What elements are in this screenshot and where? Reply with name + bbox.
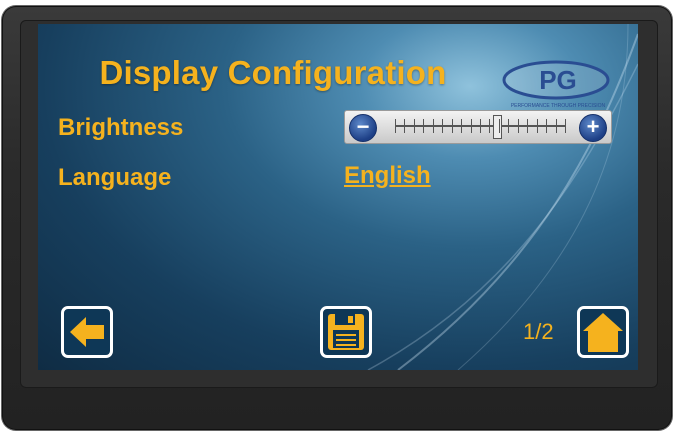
page-title: Display Configuration — [99, 54, 447, 91]
svg-text:PG: PG — [539, 65, 577, 95]
slider-tick — [555, 119, 557, 133]
slider-thumb[interactable] — [493, 115, 502, 139]
slider-tick — [489, 119, 491, 133]
minus-icon[interactable]: − — [349, 114, 377, 142]
slider-tick — [546, 119, 548, 133]
floppy-disk-icon — [328, 314, 364, 350]
slider-tick — [404, 119, 406, 133]
slider-tick — [442, 119, 444, 133]
plus-icon[interactable]: + — [579, 114, 607, 142]
slider-tick — [498, 119, 500, 133]
slider-tick — [480, 119, 481, 133]
slider-tick — [470, 119, 472, 133]
slider-tick — [395, 119, 396, 133]
brightness-label: Brightness — [58, 114, 184, 141]
slider-tick — [536, 119, 538, 133]
slider-tick — [565, 119, 566, 133]
save-button[interactable] — [320, 306, 372, 358]
page-indicator: 1/2 — [523, 319, 554, 344]
slider-tick — [451, 119, 453, 133]
slider-tick — [432, 119, 434, 133]
brand-logo: PG PERFORMANCE THROUGH PRECISION — [502, 60, 610, 109]
language-select-link[interactable]: English — [344, 162, 431, 190]
slider-tick — [508, 119, 510, 133]
slider-track[interactable] — [395, 115, 566, 139]
slider-tick — [423, 119, 425, 133]
brightness-slider[interactable]: − + — [344, 110, 612, 144]
display-screen: Display Configuration PG PERFORMANCE THR… — [38, 24, 638, 370]
slider-tick — [527, 119, 529, 133]
home-icon — [583, 313, 623, 352]
home-button[interactable] — [577, 306, 629, 358]
slider-tick — [517, 119, 519, 133]
language-label: Language — [58, 164, 172, 191]
arrow-left-icon — [70, 317, 104, 347]
slider-tick — [413, 119, 415, 133]
back-button[interactable] — [61, 306, 113, 358]
svg-text:PERFORMANCE THROUGH PRECISION: PERFORMANCE THROUGH PRECISION — [511, 103, 606, 109]
slider-tick — [461, 119, 463, 133]
